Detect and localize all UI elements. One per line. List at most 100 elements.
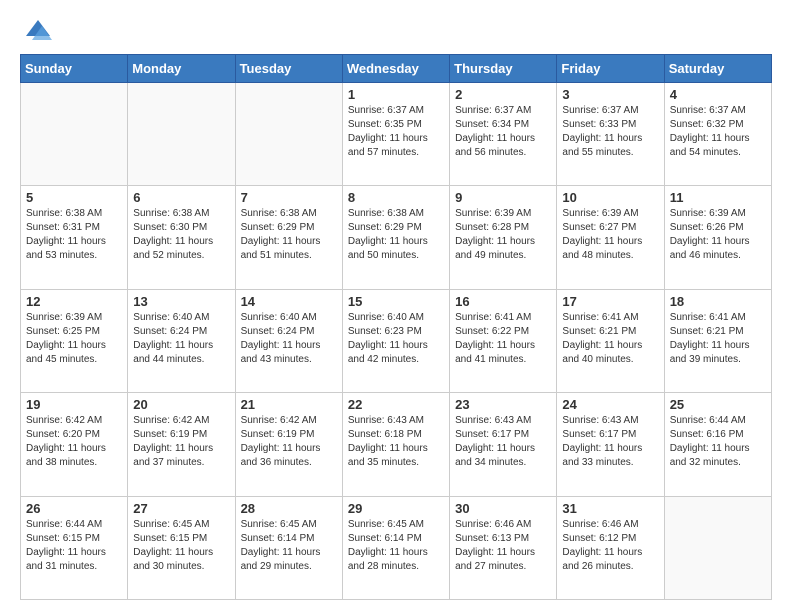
calendar-cell xyxy=(664,496,771,599)
day-info: Sunrise: 6:43 AMSunset: 6:18 PMDaylight:… xyxy=(348,414,444,470)
day-info: Sunrise: 6:38 AMSunset: 6:29 PMDaylight:… xyxy=(348,207,444,263)
calendar-cell xyxy=(235,83,342,186)
weekday-header-row: SundayMondayTuesdayWednesdayThursdayFrid… xyxy=(21,55,772,83)
day-number: 1 xyxy=(348,87,444,102)
weekday-header-friday: Friday xyxy=(557,55,664,83)
day-info: Sunrise: 6:42 AMSunset: 6:19 PMDaylight:… xyxy=(133,414,229,470)
day-number: 17 xyxy=(562,294,658,309)
calendar-cell: 26 Sunrise: 6:44 AMSunset: 6:15 PMDayligh… xyxy=(21,496,128,599)
day-info: Sunrise: 6:46 AMSunset: 6:13 PMDaylight:… xyxy=(455,518,551,574)
day-number: 24 xyxy=(562,397,658,412)
day-info: Sunrise: 6:44 AMSunset: 6:15 PMDaylight:… xyxy=(26,518,122,574)
day-info: Sunrise: 6:42 AMSunset: 6:19 PMDaylight:… xyxy=(241,414,337,470)
week-row-0: 1 Sunrise: 6:37 AMSunset: 6:35 PMDaylight… xyxy=(21,83,772,186)
day-info: Sunrise: 6:39 AMSunset: 6:28 PMDaylight:… xyxy=(455,207,551,263)
day-number: 13 xyxy=(133,294,229,309)
calendar-cell: 29Sunrise: 6:45 AMSunset: 6:14 PMDayligh… xyxy=(342,496,449,599)
week-row-4: 26 Sunrise: 6:44 AMSunset: 6:15 PMDayligh… xyxy=(21,496,772,599)
calendar-cell: 6 Sunrise: 6:38 AMSunset: 6:30 PMDaylight… xyxy=(128,186,235,289)
day-number: 9 xyxy=(455,190,551,205)
weekday-header-saturday: Saturday xyxy=(664,55,771,83)
day-number: 31 xyxy=(562,501,658,516)
calendar-cell: 11 Sunrise: 6:39 AMSunset: 6:26 PMDayligh… xyxy=(664,186,771,289)
day-info: Sunrise: 6:43 AMSunset: 6:17 PMDaylight:… xyxy=(455,414,551,470)
day-info: Sunrise: 6:41 AMSunset: 6:21 PMDaylight:… xyxy=(562,311,658,367)
day-number: 25 xyxy=(670,397,766,412)
calendar-cell: 18 Sunrise: 6:41 AMSunset: 6:21 PMDayligh… xyxy=(664,289,771,392)
calendar-cell: 21 Sunrise: 6:42 AMSunset: 6:19 PMDayligh… xyxy=(235,393,342,496)
week-row-2: 12Sunrise: 6:39 AMSunset: 6:25 PMDayligh… xyxy=(21,289,772,392)
calendar-cell xyxy=(128,83,235,186)
calendar-cell: 19 Sunrise: 6:42 AMSunset: 6:20 PMDayligh… xyxy=(21,393,128,496)
day-info: Sunrise: 6:43 AMSunset: 6:17 PMDaylight:… xyxy=(562,414,658,470)
day-number: 11 xyxy=(670,190,766,205)
calendar-cell: 12Sunrise: 6:39 AMSunset: 6:25 PMDayligh… xyxy=(21,289,128,392)
weekday-header-sunday: Sunday xyxy=(21,55,128,83)
calendar-cell: 30 Sunrise: 6:46 AMSunset: 6:13 PMDayligh… xyxy=(450,496,557,599)
calendar-cell: 25 Sunrise: 6:44 AMSunset: 6:16 PMDayligh… xyxy=(664,393,771,496)
day-number: 19 xyxy=(26,397,122,412)
calendar-cell: 2 Sunrise: 6:37 AMSunset: 6:34 PMDaylight… xyxy=(450,83,557,186)
day-number: 7 xyxy=(241,190,337,205)
calendar-cell: 3Sunrise: 6:37 AMSunset: 6:33 PMDaylight… xyxy=(557,83,664,186)
calendar-cell: 13 Sunrise: 6:40 AMSunset: 6:24 PMDayligh… xyxy=(128,289,235,392)
calendar-cell: 24 Sunrise: 6:43 AMSunset: 6:17 PMDayligh… xyxy=(557,393,664,496)
week-row-3: 19 Sunrise: 6:42 AMSunset: 6:20 PMDayligh… xyxy=(21,393,772,496)
calendar-cell: 8Sunrise: 6:38 AMSunset: 6:29 PMDaylight… xyxy=(342,186,449,289)
day-number: 23 xyxy=(455,397,551,412)
page: SundayMondayTuesdayWednesdayThursdayFrid… xyxy=(0,0,792,612)
weekday-header-tuesday: Tuesday xyxy=(235,55,342,83)
calendar-cell: 17 Sunrise: 6:41 AMSunset: 6:21 PMDayligh… xyxy=(557,289,664,392)
day-number: 20 xyxy=(133,397,229,412)
day-info: Sunrise: 6:40 AMSunset: 6:24 PMDaylight:… xyxy=(241,311,337,367)
calendar-cell: 16Sunrise: 6:41 AMSunset: 6:22 PMDayligh… xyxy=(450,289,557,392)
calendar-cell: 10 Sunrise: 6:39 AMSunset: 6:27 PMDayligh… xyxy=(557,186,664,289)
calendar-cell: 28Sunrise: 6:45 AMSunset: 6:14 PMDayligh… xyxy=(235,496,342,599)
day-info: Sunrise: 6:37 AMSunset: 6:32 PMDaylight:… xyxy=(670,104,766,160)
day-number: 30 xyxy=(455,501,551,516)
day-number: 26 xyxy=(26,501,122,516)
week-row-1: 5 Sunrise: 6:38 AMSunset: 6:31 PMDaylight… xyxy=(21,186,772,289)
day-number: 10 xyxy=(562,190,658,205)
day-number: 15 xyxy=(348,294,444,309)
day-number: 22 xyxy=(348,397,444,412)
calendar-cell: 27 Sunrise: 6:45 AMSunset: 6:15 PMDayligh… xyxy=(128,496,235,599)
day-info: Sunrise: 6:39 AMSunset: 6:27 PMDaylight:… xyxy=(562,207,658,263)
header xyxy=(20,16,772,44)
day-info: Sunrise: 6:44 AMSunset: 6:16 PMDaylight:… xyxy=(670,414,766,470)
calendar-cell: 20 Sunrise: 6:42 AMSunset: 6:19 PMDayligh… xyxy=(128,393,235,496)
calendar-cell: 7 Sunrise: 6:38 AMSunset: 6:29 PMDaylight… xyxy=(235,186,342,289)
day-number: 18 xyxy=(670,294,766,309)
calendar-cell: 1 Sunrise: 6:37 AMSunset: 6:35 PMDaylight… xyxy=(342,83,449,186)
day-number: 6 xyxy=(133,190,229,205)
day-info: Sunrise: 6:37 AMSunset: 6:34 PMDaylight:… xyxy=(455,104,551,160)
calendar-cell: 14 Sunrise: 6:40 AMSunset: 6:24 PMDayligh… xyxy=(235,289,342,392)
day-info: Sunrise: 6:38 AMSunset: 6:31 PMDaylight:… xyxy=(26,207,122,263)
day-info: Sunrise: 6:38 AMSunset: 6:30 PMDaylight:… xyxy=(133,207,229,263)
day-number: 5 xyxy=(26,190,122,205)
day-number: 14 xyxy=(241,294,337,309)
calendar-cell: 4Sunrise: 6:37 AMSunset: 6:32 PMDaylight… xyxy=(664,83,771,186)
day-number: 21 xyxy=(241,397,337,412)
day-number: 27 xyxy=(133,501,229,516)
day-number: 3 xyxy=(562,87,658,102)
weekday-header-wednesday: Wednesday xyxy=(342,55,449,83)
day-info: Sunrise: 6:39 AMSunset: 6:26 PMDaylight:… xyxy=(670,207,766,263)
logo-icon xyxy=(24,16,52,44)
day-info: Sunrise: 6:38 AMSunset: 6:29 PMDaylight:… xyxy=(241,207,337,263)
day-info: Sunrise: 6:40 AMSunset: 6:23 PMDaylight:… xyxy=(348,311,444,367)
day-info: Sunrise: 6:37 AMSunset: 6:35 PMDaylight:… xyxy=(348,104,444,160)
calendar-cell: 22 Sunrise: 6:43 AMSunset: 6:18 PMDayligh… xyxy=(342,393,449,496)
logo xyxy=(20,16,52,44)
day-info: Sunrise: 6:40 AMSunset: 6:24 PMDaylight:… xyxy=(133,311,229,367)
day-number: 28 xyxy=(241,501,337,516)
day-info: Sunrise: 6:41 AMSunset: 6:21 PMDaylight:… xyxy=(670,311,766,367)
day-number: 2 xyxy=(455,87,551,102)
day-info: Sunrise: 6:45 AMSunset: 6:15 PMDaylight:… xyxy=(133,518,229,574)
day-info: Sunrise: 6:46 AMSunset: 6:12 PMDaylight:… xyxy=(562,518,658,574)
calendar-cell: 5 Sunrise: 6:38 AMSunset: 6:31 PMDaylight… xyxy=(21,186,128,289)
weekday-header-monday: Monday xyxy=(128,55,235,83)
calendar-table: SundayMondayTuesdayWednesdayThursdayFrid… xyxy=(20,54,772,600)
calendar-cell xyxy=(21,83,128,186)
day-info: Sunrise: 6:42 AMSunset: 6:20 PMDaylight:… xyxy=(26,414,122,470)
